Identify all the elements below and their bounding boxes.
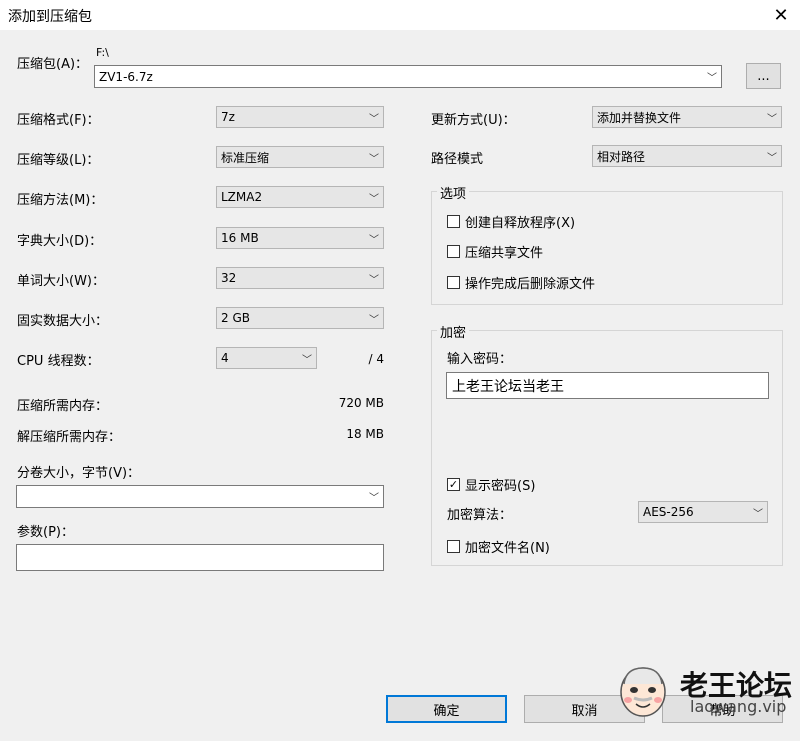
chevron-down-icon: ﹀	[369, 493, 379, 504]
word-select[interactable]: 32 ﹀	[216, 267, 384, 289]
watermark-url: laowang.vip	[690, 697, 787, 716]
dict-label: 字典大小(D)：	[17, 234, 103, 249]
volume-combo[interactable]: ﹀	[16, 485, 384, 508]
word-label: 单词大小(W)：	[17, 274, 105, 289]
archive-name-value: ZV1-6.7z	[99, 69, 153, 84]
algo-value: AES-256	[643, 505, 694, 519]
password-label: 输入密码：	[447, 352, 513, 367]
pathmode-label: 路径模式	[431, 152, 484, 167]
mem-comp-label: 压缩所需内存：	[17, 399, 109, 414]
archive-label: 压缩包(A)：	[17, 57, 89, 72]
chevron-down-icon: ﹀	[753, 508, 763, 520]
password-input[interactable]: 上老王论坛当老王	[446, 372, 769, 399]
checkbox-icon	[447, 245, 460, 258]
chevron-down-icon: ﹀	[767, 152, 777, 164]
level-label: 压缩等级(L)：	[17, 153, 100, 168]
params-input[interactable]	[16, 544, 384, 571]
solid-value: 2 GB	[221, 311, 250, 325]
pathmode-select[interactable]: 相对路径 ﹀	[592, 145, 782, 167]
archive-path: F:\	[96, 46, 109, 59]
chevron-down-icon: ﹀	[369, 113, 379, 125]
volume-label: 分卷大小，字节(V)：	[17, 466, 141, 481]
password-value: 上老王论坛当老王	[452, 379, 564, 395]
threads-total: / 4	[368, 352, 385, 366]
pathmode-value: 相对路径	[597, 149, 646, 164]
mem-comp-value: 720 MB	[338, 396, 384, 410]
method-label: 压缩方法(M)：	[17, 193, 104, 208]
chevron-down-icon: ﹀	[369, 274, 379, 286]
params-label: 参数(P)：	[17, 525, 74, 540]
encrypt-names-label: 加密文件名(N)	[465, 541, 550, 556]
solid-select[interactable]: 2 GB ﹀	[216, 307, 384, 329]
threads-select[interactable]: 4 ﹀	[216, 347, 317, 369]
mem-decomp-value: 18 MB	[346, 427, 384, 441]
update-label: 更新方式(U)：	[431, 113, 516, 128]
threads-value: 4	[221, 351, 229, 365]
encrypt-names-checkbox[interactable]: 加密文件名(N)	[447, 537, 550, 556]
threads-label: CPU 线程数：	[17, 354, 100, 369]
shared-checkbox[interactable]: 压缩共享文件	[447, 242, 543, 261]
browse-button[interactable]: ...	[746, 63, 781, 89]
sfx-checkbox[interactable]: 创建自释放程序(X)	[447, 212, 575, 231]
close-icon[interactable]: ✕	[762, 0, 800, 30]
chevron-down-icon: ﹀	[707, 73, 717, 84]
chevron-down-icon: ﹀	[369, 153, 379, 165]
chevron-down-icon: ﹀	[369, 193, 379, 205]
checkbox-icon	[447, 215, 460, 228]
level-value: 标准压缩	[221, 150, 270, 165]
format-label: 压缩格式(F)：	[17, 113, 100, 128]
check-mark-icon: ✓	[447, 478, 460, 491]
chevron-down-icon: ﹀	[369, 314, 379, 326]
solid-label: 固实数据大小：	[17, 314, 109, 329]
delete-source-label: 操作完成后删除源文件	[465, 277, 596, 292]
sfx-label: 创建自释放程序(X)	[465, 216, 576, 231]
algo-label: 加密算法：	[447, 508, 513, 523]
level-select[interactable]: 标准压缩 ﹀	[216, 146, 384, 168]
method-select[interactable]: LZMA2 ﹀	[216, 186, 384, 208]
delete-source-checkbox[interactable]: 操作完成后删除源文件	[447, 273, 595, 292]
chevron-down-icon: ﹀	[302, 354, 312, 366]
dict-select[interactable]: 16 MB ﹀	[216, 227, 384, 249]
checkbox-icon	[447, 540, 460, 553]
show-password-label: 显示密码(S)	[465, 479, 536, 494]
checkbox-icon	[447, 276, 460, 289]
update-select[interactable]: 添加并替换文件 ﹀	[592, 106, 782, 128]
show-password-checkbox[interactable]: ✓ 显示密码(S)	[447, 475, 535, 494]
chevron-down-icon: ﹀	[767, 113, 777, 125]
word-value: 32	[221, 271, 237, 285]
mem-decomp-label: 解压缩所需内存：	[17, 430, 122, 445]
archive-name-combo[interactable]: ZV1-6.7z ﹀	[94, 65, 722, 88]
window-title: 添加到压缩包	[8, 9, 92, 25]
encryption-group-title: 加密	[437, 322, 470, 341]
mascot-avatar-icon	[616, 660, 670, 718]
title-bar	[0, 0, 800, 30]
options-group-title: 选项	[437, 183, 470, 202]
shared-label: 压缩共享文件	[465, 246, 544, 261]
format-select[interactable]: 7z ﹀	[216, 106, 384, 128]
algo-select[interactable]: AES-256 ﹀	[638, 501, 768, 523]
update-value: 添加并替换文件	[597, 110, 682, 125]
format-value: 7z	[221, 110, 235, 124]
dict-value: 16 MB	[221, 231, 259, 245]
chevron-down-icon: ﹀	[369, 234, 379, 246]
ok-button[interactable]: 确定	[386, 695, 507, 723]
method-value: LZMA2	[221, 190, 263, 204]
